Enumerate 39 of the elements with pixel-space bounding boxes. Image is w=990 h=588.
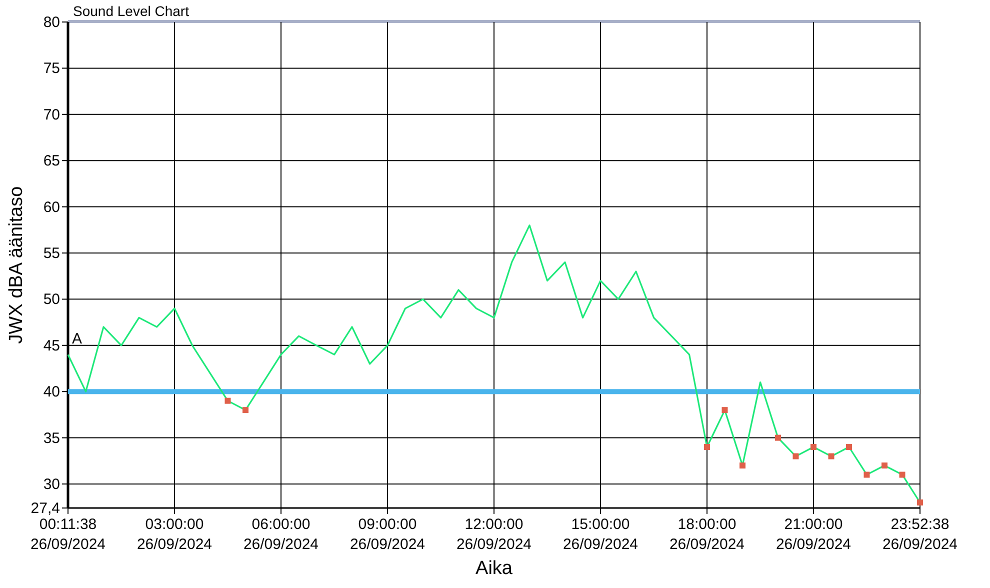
y-axis-label: JWX dBA äänitaso: [6, 186, 27, 344]
y-tick-label: 65: [43, 152, 60, 170]
y-tick-label: 45: [43, 337, 60, 354]
low-level-marker: [792, 453, 799, 460]
x-tick-label: 23:52:38 26/09/2024: [882, 516, 958, 553]
x-tick-label: 06:00:00 26/09/2024: [243, 516, 319, 553]
low-level-marker: [899, 472, 906, 478]
y-tick-label: 70: [43, 106, 60, 124]
y-tick-label: 75: [43, 60, 60, 78]
y-tick-label: 35: [43, 430, 60, 447]
low-level-marker: [864, 472, 870, 478]
low-level-marker: [704, 444, 710, 450]
y-tick-label: 50: [43, 291, 60, 308]
x-tick-label: 09:00:00 26/09/2024: [350, 516, 426, 553]
y-tick-label: 80: [43, 14, 60, 31]
low-level-marker: [775, 434, 781, 441]
x-tick-label: 18:00:00 26/09/2024: [669, 516, 745, 553]
low-level-marker: [722, 407, 728, 414]
low-level-marker: [224, 398, 231, 404]
y-tick-label: 27,4: [30, 500, 60, 517]
low-level-marker: [740, 462, 746, 468]
low-level-marker: [882, 462, 888, 468]
low-level-marker: [242, 407, 248, 414]
y-tick-label: 55: [43, 245, 60, 262]
x-tick-label: 21:00:00 26/09/2024: [776, 516, 852, 553]
y-tick-label: 60: [43, 198, 60, 216]
x-tick-label: 00:11:38 26/09/2024: [30, 516, 106, 553]
x-axis-label: Aika: [476, 558, 512, 579]
annotation-label: A: [72, 330, 82, 348]
low-level-marker: [846, 444, 852, 450]
low-level-marker: [917, 499, 923, 506]
x-tick-label: 15:00:00 26/09/2024: [562, 516, 638, 553]
low-level-marker: [828, 453, 834, 460]
chart-title: Sound Level Chart: [73, 3, 189, 19]
low-level-marker: [810, 444, 816, 450]
y-tick-label: 40: [43, 384, 60, 401]
y-tick-label: 30: [43, 476, 60, 493]
x-tick-label: 03:00:00 26/09/2024: [136, 516, 212, 553]
x-tick-label: 12:00:00 26/09/2024: [456, 516, 532, 553]
